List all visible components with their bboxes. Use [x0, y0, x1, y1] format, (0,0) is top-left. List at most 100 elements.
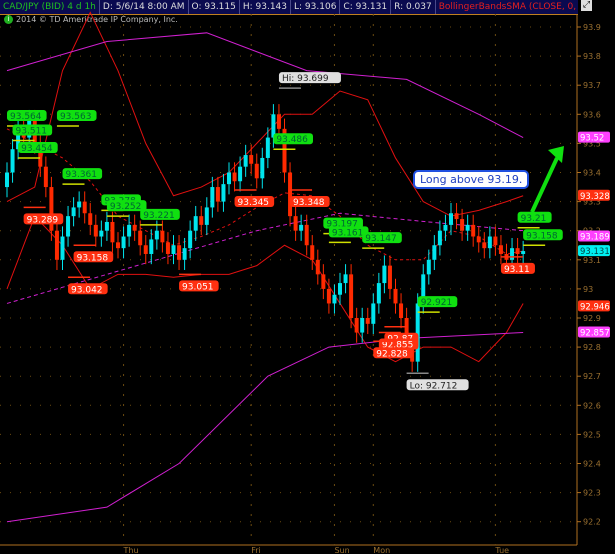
- candle-body: [510, 248, 515, 260]
- price-label: Hi: 93.699: [282, 74, 329, 84]
- candle-body: [399, 303, 404, 318]
- candle-body: [60, 236, 65, 260]
- candle-body: [238, 166, 243, 182]
- candle-body: [326, 288, 331, 304]
- candle-body: [210, 187, 215, 208]
- candle-body: [116, 242, 120, 249]
- candle-body: [93, 224, 98, 237]
- candle-body: [199, 216, 204, 225]
- candle-body: [121, 236, 126, 249]
- candle-body: [99, 230, 104, 237]
- y-tick-label: 93.1: [583, 256, 601, 265]
- candle-body: [165, 242, 170, 254]
- candle-body: [276, 114, 281, 129]
- candle-body: [193, 216, 198, 231]
- candle-body: [260, 157, 265, 179]
- price-label: 93.345: [238, 198, 269, 208]
- axis-price-badge-text: 93.189: [580, 233, 610, 243]
- candle-body: [160, 230, 165, 243]
- price-label: 93.051: [182, 282, 214, 292]
- candle-body: [332, 294, 337, 304]
- candle-body: [43, 166, 48, 188]
- candle-body: [371, 303, 376, 324]
- price-label: 93.11: [504, 265, 530, 275]
- candle-body: [365, 318, 370, 324]
- x-tick-label: Mon: [373, 546, 390, 554]
- candle-body: [288, 172, 293, 217]
- candle-body: [215, 187, 220, 202]
- price-label: 93.161: [332, 228, 364, 238]
- candle-body: [182, 248, 187, 260]
- candle-body: [265, 137, 270, 158]
- candle-body: [82, 201, 87, 214]
- price-label: 93.042: [71, 285, 103, 295]
- x-tick-label: Fri: [251, 546, 261, 554]
- candle-body: [66, 216, 71, 237]
- candle-body: [343, 274, 348, 284]
- price-label: 93.486: [276, 135, 308, 145]
- candle-body: [338, 283, 342, 295]
- sma-lower: [6, 332, 524, 523]
- y-tick-label: 93: [583, 285, 593, 294]
- candle-body: [177, 245, 182, 260]
- price-label: 93.511: [16, 126, 48, 136]
- axis-price-badge-text: 92.946: [580, 302, 610, 312]
- price-label: 93.289: [27, 215, 59, 225]
- price-label: 93.21: [521, 214, 547, 224]
- candle-body: [515, 248, 520, 254]
- price-label: 93.158: [77, 253, 109, 263]
- candle-body: [204, 207, 209, 225]
- candle-body: [299, 224, 304, 231]
- candle-body: [249, 155, 254, 164]
- candle-body: [360, 318, 365, 333]
- price-label: 93.563: [60, 112, 91, 122]
- price-label: 93.564: [10, 112, 42, 122]
- price-label: 93.454: [21, 144, 53, 154]
- candle-body: [321, 274, 326, 289]
- candle-body: [143, 245, 148, 254]
- candle-body: [376, 283, 381, 304]
- y-tick-label: 93.9: [583, 23, 601, 32]
- candle-body: [243, 155, 248, 167]
- candle-body: [498, 245, 503, 254]
- candle-body: [77, 201, 82, 208]
- y-tick-label: 92.9: [583, 314, 601, 323]
- candle-body: [54, 230, 59, 260]
- chart-note[interactable]: Long above 93.19.: [413, 170, 530, 189]
- price-chart[interactable]: 93.993.893.793.693.593.493.393.293.19392…: [0, 0, 615, 554]
- candle-body: [104, 221, 109, 231]
- price-label: 93.158: [526, 231, 558, 241]
- candle-body: [71, 207, 76, 217]
- arrow-shaft: [530, 157, 559, 213]
- candle-body: [487, 236, 492, 249]
- candle-body: [149, 239, 154, 254]
- y-tick-label: 93.4: [583, 169, 601, 178]
- candle-body: [304, 224, 309, 246]
- candle-body: [232, 172, 237, 182]
- price-label: 92.921: [421, 298, 453, 308]
- candle-body: [476, 236, 481, 243]
- candle-body: [521, 251, 526, 254]
- candle-body: [449, 213, 453, 225]
- axis-price-badge-text: 93.52: [580, 134, 604, 144]
- candle-body: [482, 242, 487, 249]
- candle-body: [437, 230, 442, 246]
- candle-body: [382, 265, 387, 284]
- candle-body: [221, 184, 226, 202]
- candle-body: [460, 219, 465, 231]
- candle-body: [471, 224, 476, 237]
- candle-body: [171, 245, 176, 254]
- y-tick-label: 92.7: [583, 372, 601, 381]
- price-label: 93.348: [293, 198, 325, 208]
- candle-body: [154, 230, 159, 240]
- x-tick-label: Sun: [334, 546, 349, 554]
- candle-body: [310, 245, 315, 260]
- candle-body: [443, 224, 448, 231]
- price-label: 93.221: [143, 211, 175, 221]
- price-label: Lo: 92.712: [410, 381, 458, 391]
- y-tick-label: 93.7: [583, 81, 601, 90]
- y-tick-label: 92.5: [583, 430, 601, 439]
- y-tick-label: 92.4: [583, 460, 601, 469]
- candle-body: [432, 245, 437, 260]
- candle-body: [127, 224, 132, 237]
